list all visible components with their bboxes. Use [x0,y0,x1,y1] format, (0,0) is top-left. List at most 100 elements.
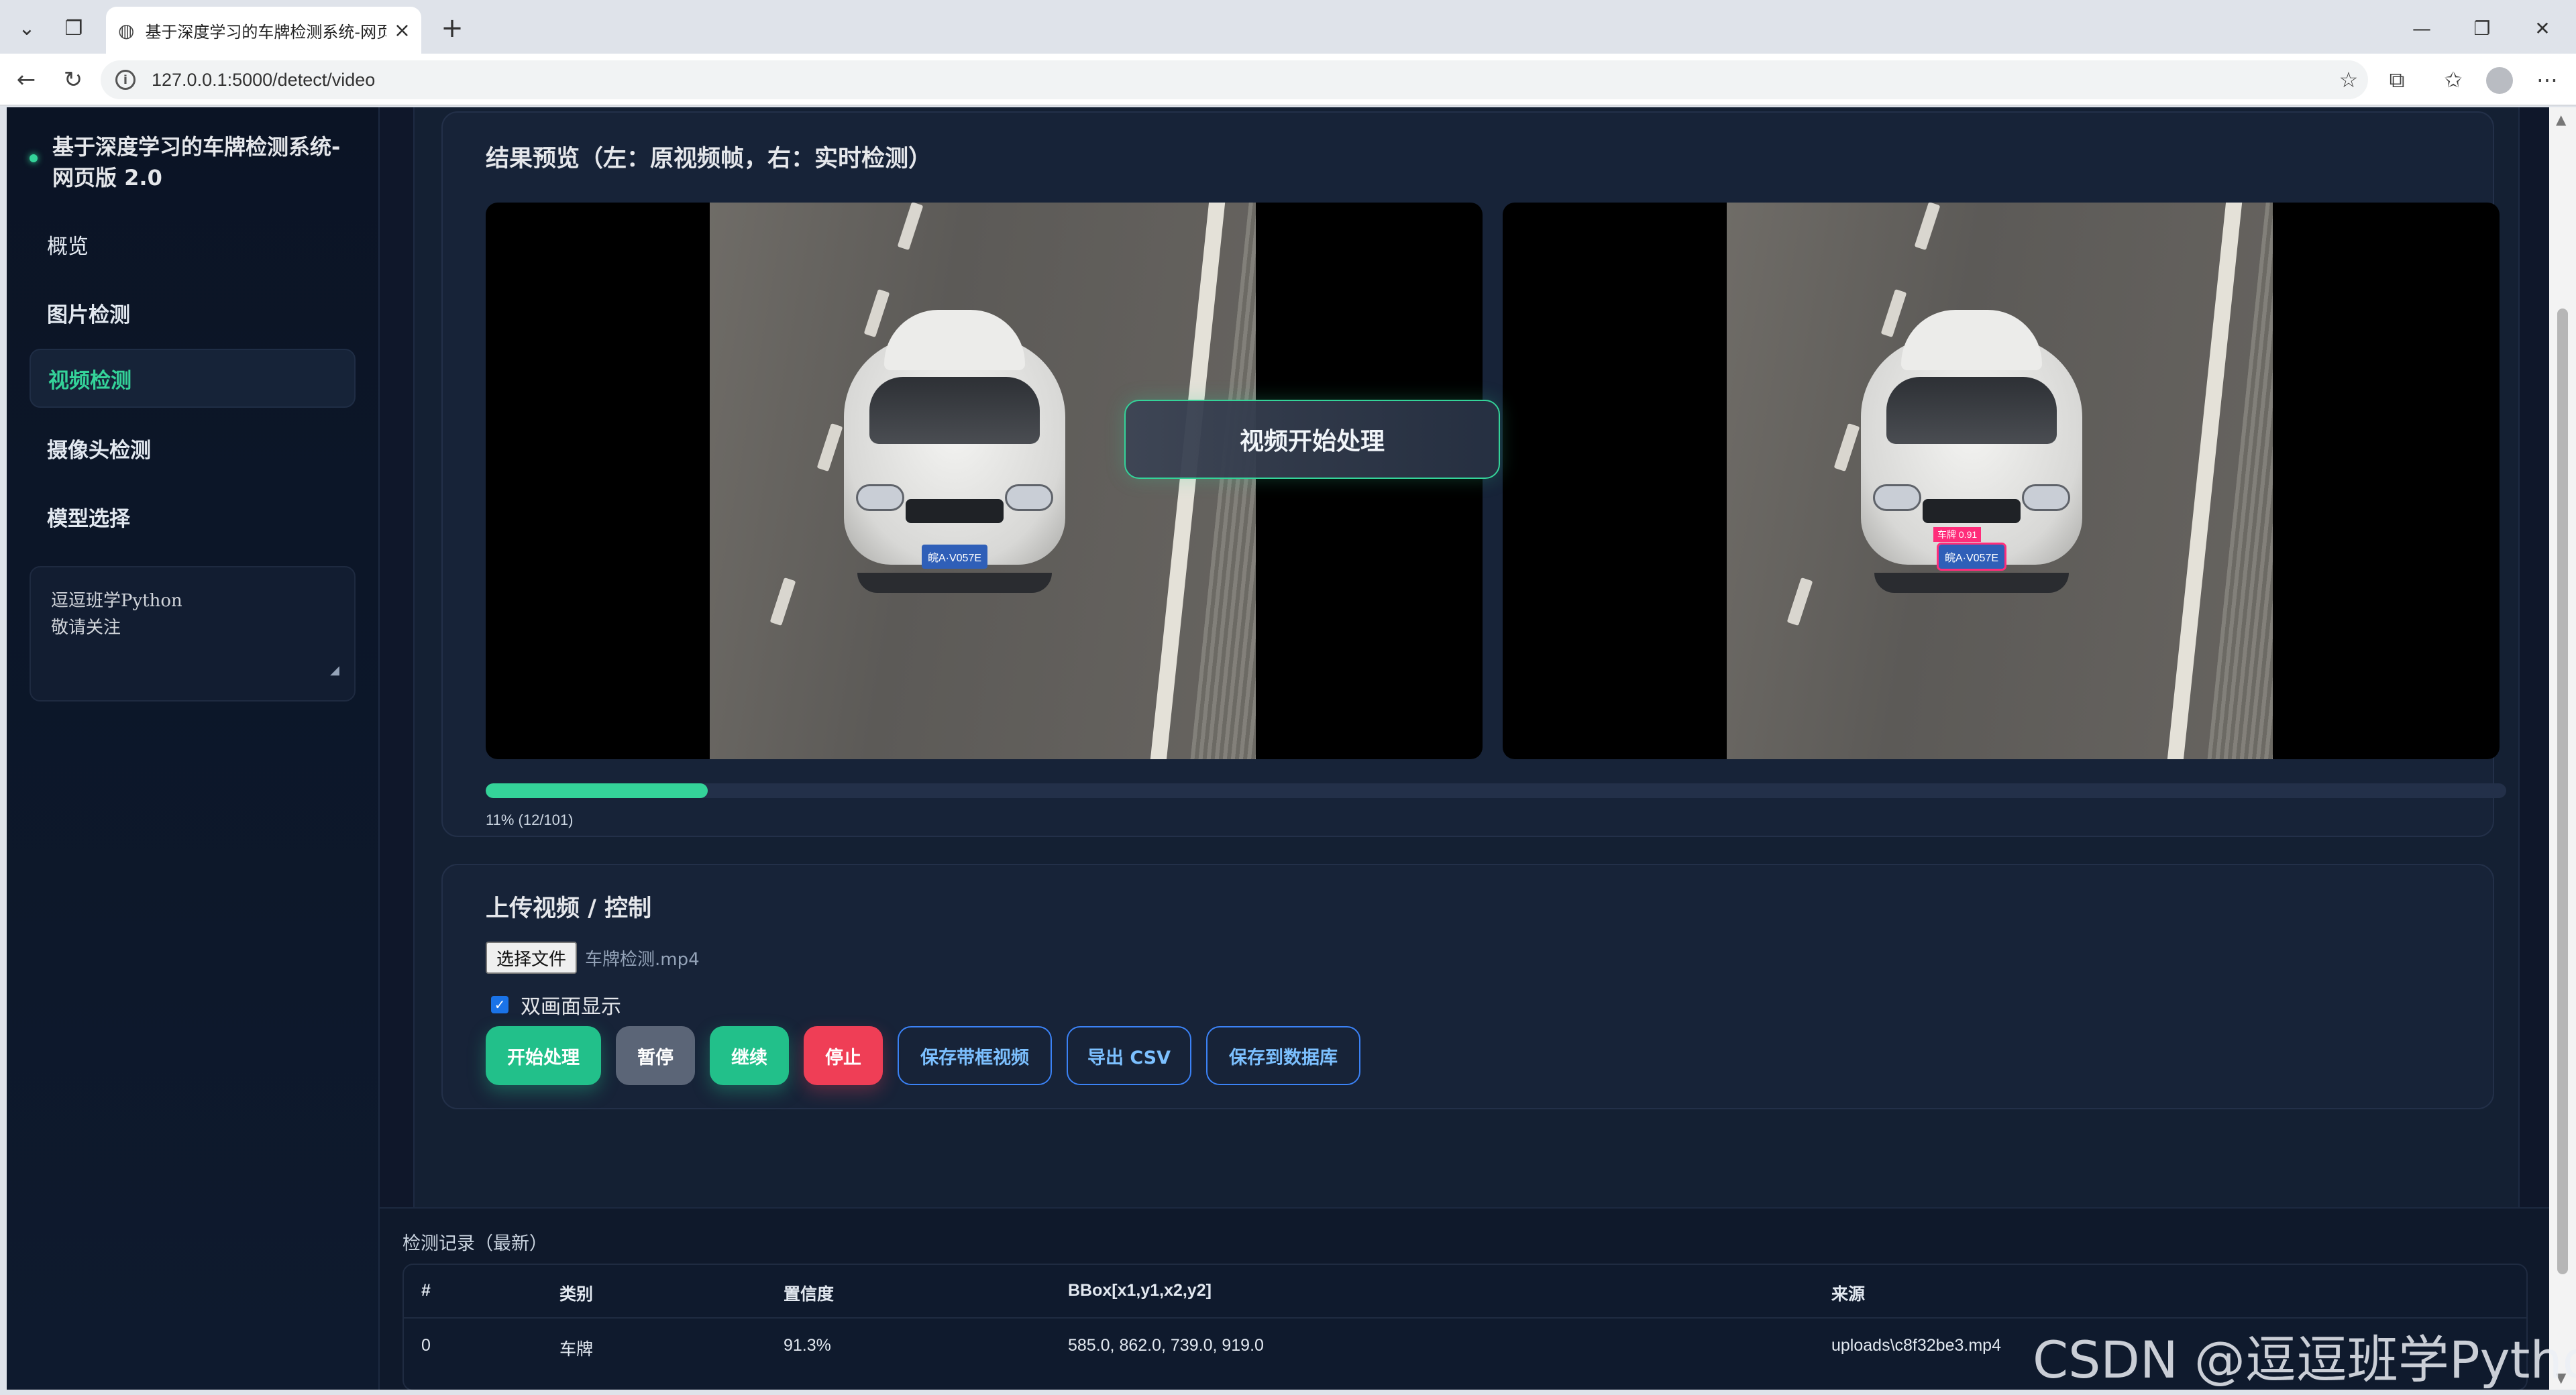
status-dot-icon [30,154,38,162]
sidebar: 基于深度学习的车牌检测系统-网页版 2.0 概览 图片检测 视频检测 摄像头检测… [7,107,380,1390]
car-grille [906,499,1004,523]
page-viewport: 基于深度学习的车牌检测系统-网页版 2.0 概览 图片检测 视频检测 摄像头检测… [7,107,2549,1390]
car-grille [1923,499,2021,523]
back-icon[interactable]: ← [8,62,44,98]
info-icon[interactable]: i [115,70,136,90]
resume-button[interactable]: 继续 [710,1026,789,1085]
note-textarea[interactable]: 逗逗班学Python 敬请关注 ◢ [30,566,356,702]
car: 车牌 0.91 皖A·V057E [1861,310,2082,593]
upload-card: 上传视频 / 控制 选择文件 车牌检测.mp4 ✓ 双画面显示 开始处理 暂停 … [441,864,2494,1109]
plus-icon[interactable]: + [433,9,471,47]
sidebar-item-video-detect[interactable]: 视频检测 [30,349,356,408]
detection-frame: 车牌 0.91 皖A·V057E [1503,203,2500,759]
roadside [1188,203,1256,759]
cell-bbox: 585.0, 862.0, 739.0, 919.0 [1068,1336,1264,1355]
progress-fill [486,783,708,798]
watermark: CSDN @逗逗班学Python [2033,1330,2576,1390]
start-button[interactable]: 开始处理 [486,1026,601,1085]
preview-card: 结果预览（左：原视频帧，右：实时检测） 皖A·V057E 车牌 0.91 皖A·… [441,111,2506,837]
note-text: 逗逗班学Python 敬请关注 [51,588,182,641]
brand-title: 基于深度学习的车牌检测系统-网页版 2.0 [52,134,341,190]
close-icon[interactable]: × [394,19,411,42]
lane-mark [769,577,796,626]
dual-view-label: 双画面显示 [521,995,621,1019]
note-line: 逗逗班学Python [51,591,182,611]
pause-button[interactable]: 暂停 [616,1026,695,1085]
globe-icon: ◍ [118,19,135,42]
profile-icon[interactable] [2486,67,2513,94]
export-csv-button[interactable]: 导出 CSV [1067,1026,1191,1085]
license-plate: 皖A·V057E [922,545,987,569]
upload-title: 上传视频 / 控制 [486,895,652,922]
video-frame-image: 皖A·V057E [710,203,1256,759]
control-buttons: 开始处理 暂停 继续 停止 保存带框视频 导出 CSV 保存到数据库 [486,1026,1375,1085]
col-bbox: BBox[x1,y1,x2,y2] [1068,1281,1212,1300]
cell-confidence: 91.3% [784,1336,831,1355]
star-icon[interactable]: ☆ [2330,62,2367,98]
original-frame: 皖A·V057E [486,203,1483,759]
car-bumper [857,573,1052,593]
favorites-icon[interactable]: ✩ [2435,62,2471,98]
car-bumper [1874,573,2069,593]
note-line: 敬请关注 [51,618,121,638]
close-window-icon[interactable]: ✕ [2522,9,2563,47]
processing-toast: 视频开始处理 [1124,400,1500,479]
headlight [2022,484,2070,511]
col-class: 类别 [559,1285,594,1304]
selected-file-name: 车牌检测.mp4 [585,949,700,970]
video-frame-image: 车牌 0.91 皖A·V057E [1727,203,2273,759]
more-icon[interactable]: ⋯ [2529,62,2565,98]
url-text: 127.0.0.1:5000/detect/video [152,69,376,90]
car-roof [884,310,1025,370]
sidebar-item-model-select[interactable]: 模型选择 [30,487,356,546]
lane-mark [816,423,843,472]
headlight [1873,484,1921,511]
choose-file-button[interactable]: 选择文件 [486,942,578,974]
detection-box-label: 车牌 0.91 [1933,527,1982,542]
reload-icon[interactable]: ↻ [55,62,91,98]
dual-view-toggle[interactable]: ✓ 双画面显示 [491,990,621,1019]
progress-text: 11% (12/101) [486,812,574,828]
sidebar-item-camera-detect[interactable]: 摄像头检测 [30,418,356,478]
restore-icon[interactable]: ❐ [2462,9,2502,47]
checkbox-checked-icon[interactable]: ✓ [491,996,508,1013]
roadside [2205,203,2273,759]
browser-tab[interactable]: ◍ 基于深度学习的车牌检测系统-网页 × [106,7,421,54]
cell-index: 0 [421,1336,431,1355]
car-windshield [869,377,1040,444]
car-roof [1901,310,2042,370]
save-video-button[interactable]: 保存带框视频 [898,1026,1052,1085]
preview-title: 结果预览（左：原视频帧，右：实时检测） [486,146,932,172]
headlight [1005,484,1053,511]
car: 皖A·V057E [844,310,1065,593]
chevron-down-icon[interactable]: ⌄ [8,9,46,47]
table-header: # 类别 置信度 BBox[x1,y1,x2,y2] 来源 [404,1265,2526,1319]
scroll-thumb[interactable] [2557,309,2568,1274]
sidebar-item-overview[interactable]: 概览 [30,215,356,274]
main-panel: 结果预览（左：原视频帧，右：实时检测） 皖A·V057E 车牌 0.91 皖A·… [413,107,2520,1254]
url-field[interactable]: i 127.0.0.1:5000/detect/video [101,60,2368,99]
tab-collections-icon[interactable]: ❐ [55,9,93,47]
lane-mark [1833,423,1860,472]
sidebar-item-image-detect[interactable]: 图片检测 [30,283,356,342]
car-windshield [1886,377,2057,444]
lane-mark [1786,577,1813,626]
col-confidence: 置信度 [784,1285,835,1304]
cell-class: 车牌 [559,1340,594,1359]
col-source: 来源 [1831,1285,1866,1304]
cell-source: uploads\c8f32be3.mp4 [1831,1336,2001,1355]
progress-bar [486,783,2506,798]
scroll-up-icon[interactable]: ▲ [2556,111,2566,127]
resize-grip-icon[interactable]: ◢ [330,663,339,677]
records-title: 检测记录（最新） [402,1233,547,1254]
extensions-icon[interactable]: ⧉ [2379,62,2415,98]
car-body [844,337,1065,565]
page-scrollbar[interactable]: ▲ ▼ [2549,107,2576,1390]
minimize-icon[interactable]: — [2402,9,2442,47]
save-db-button[interactable]: 保存到数据库 [1206,1026,1360,1085]
browser-tab-bar: ⌄ ❐ ◍ 基于深度学习的车牌检测系统-网页 × + — ❐ ✕ [0,0,2576,54]
stop-button[interactable]: 停止 [804,1026,883,1085]
tab-title: 基于深度学习的车牌检测系统-网页 [145,22,387,42]
file-input: 选择文件 车牌检测.mp4 [486,942,700,974]
lane-mark [1914,203,1941,251]
